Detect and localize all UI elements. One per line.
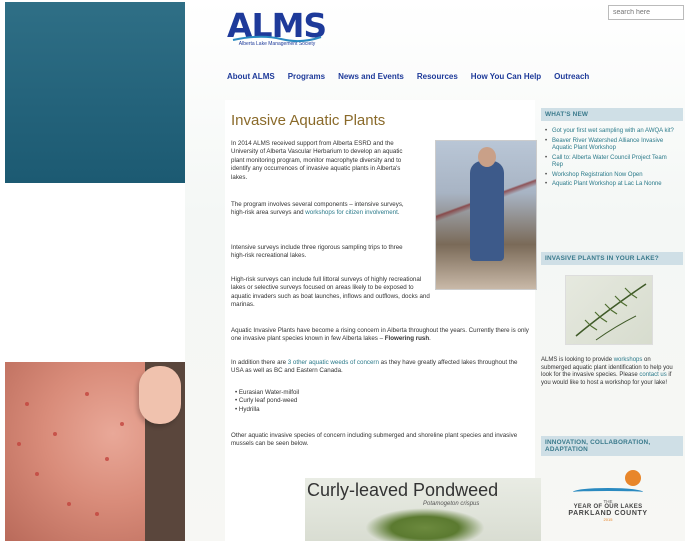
nav-outreach[interactable]: Outreach [554, 72, 589, 81]
pondweed-banner[interactable]: Curly-leaved Pondweed Potamogeton crispu… [305, 478, 541, 541]
concern-text-end: . [429, 335, 431, 343]
boat-person-photo [435, 140, 537, 290]
list-item: Curly leaf pond-weed [235, 397, 299, 405]
rash-spot [67, 502, 71, 506]
lakes-line3: PARKLAND COUNTY [568, 510, 648, 517]
program-paragraph: The program involves several components … [231, 201, 409, 218]
rash-spot [17, 442, 21, 446]
whats-new-heading: WHAT'S NEW [541, 108, 683, 121]
nav-how-you-can-help[interactable]: How You Can Help [471, 72, 541, 81]
flowering-rush: Flowering rush [384, 335, 430, 343]
photo-person-head [478, 147, 496, 167]
whats-new-list: Got your first wet sampling with an AWQA… [545, 128, 677, 189]
rash-spot [95, 512, 99, 516]
intensive-paragraph: Intensive surveys include three rigorous… [231, 244, 403, 260]
wave-icon [573, 488, 643, 496]
nav-programs[interactable]: Programs [288, 72, 325, 81]
news-item-3[interactable]: Call to: Alberta Water Council Project T… [545, 155, 677, 170]
rising-concern-paragraph: Aquatic Invasive Plants have become a ri… [231, 327, 531, 344]
weeds-text: In addition there are [231, 359, 288, 366]
news-item-2[interactable]: Beaver River Watershed Alliance Invasive… [545, 138, 677, 153]
main-nav: About ALMS Programs News and Events Reso… [227, 72, 589, 81]
program-text-end: . [397, 209, 400, 217]
year-of-lakes-logo[interactable]: THE YEAR OF OUR LAKES PARKLAND COUNTY 20… [565, 470, 651, 536]
other-species-paragraph: Other aquatic invasive species of concer… [231, 432, 518, 448]
nav-about[interactable]: About ALMS [227, 72, 275, 81]
rash-spot [53, 432, 57, 436]
concern-text: Aquatic Invasive Plants have become a ri… [231, 327, 529, 343]
intro-paragraph: In 2014 ALMS received support from Alber… [231, 140, 403, 181]
pondweed-image [365, 508, 485, 541]
plant-sprig-icon [575, 283, 647, 341]
teal-panel [5, 2, 185, 183]
photo-hand [139, 366, 181, 424]
invasive-text: ALMS is looking to provide workshops on … [541, 357, 681, 387]
news-item-1[interactable]: Got your first wet sampling with an AWQA… [545, 128, 677, 136]
weed-list: Eurasian Water-milfoil Curly leaf pond-w… [235, 389, 299, 414]
weeds-paragraph: In addition there are 3 other aquatic we… [231, 359, 531, 376]
contact-us-link[interactable]: contact us [639, 372, 666, 378]
news-item-4[interactable]: Workshop Registration Now Open [545, 172, 677, 180]
website: ALMS Alberta Lake Management Society Go … [185, 0, 685, 541]
aquatic-plant-image [565, 275, 653, 345]
skin-rash-photo [5, 362, 185, 541]
invasive-heading: INVASIVE PLANTS IN YOUR LAKE? [541, 252, 683, 265]
website-inner: ALMS Alberta Lake Management Society Go … [205, 0, 685, 541]
workshops-sidebar-link[interactable]: workshops [614, 357, 643, 363]
photo-person-body [470, 161, 504, 261]
lakes-line4: 2015 [603, 517, 613, 522]
high-risk-paragraph: High-risk surveys can include full litto… [231, 276, 430, 309]
nav-resources[interactable]: Resources [417, 72, 458, 81]
invasive-text-start: ALMS is looking to provide [541, 357, 614, 363]
rash-spot [25, 402, 29, 406]
sun-icon [625, 470, 641, 486]
workshops-link[interactable]: workshops for citizen involvement [305, 209, 398, 216]
rash-spot [85, 392, 89, 396]
logo-swoosh-icon [232, 35, 322, 43]
alms-logo[interactable]: ALMS Alberta Lake Management Society [227, 8, 337, 58]
rash-spot [35, 472, 39, 476]
search-input[interactable] [608, 5, 684, 20]
banner-subtitle: Potamogeton crispus [423, 501, 480, 507]
page-title: Invasive Aquatic Plants [231, 112, 386, 129]
rash-spot [105, 457, 109, 461]
innovation-heading: INNOVATION, COLLABORATION, ADAPTATION [541, 436, 683, 456]
list-item: Hydrilla [235, 406, 299, 414]
weeds-of-concern-link[interactable]: 3 other aquatic weeds of concern [288, 359, 379, 366]
rash-spot [120, 422, 124, 426]
nav-news-events[interactable]: News and Events [338, 72, 404, 81]
list-item: Eurasian Water-milfoil [235, 389, 299, 397]
banner-title: Curly-leaved Pondweed [307, 480, 499, 500]
news-item-5[interactable]: Aquatic Plant Workshop at Lac La Nonne [545, 181, 677, 189]
